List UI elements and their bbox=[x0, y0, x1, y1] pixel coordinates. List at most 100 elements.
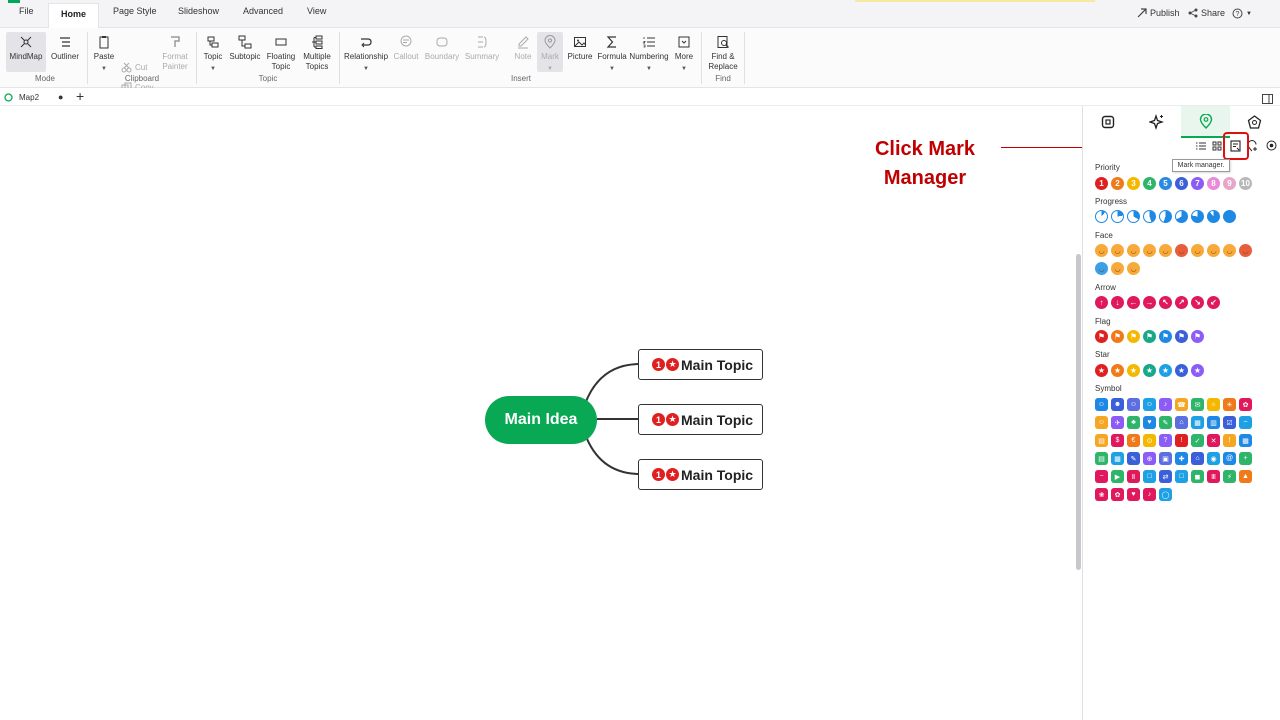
priority-1-icon[interactable]: 1 bbox=[1095, 177, 1108, 190]
symbol-mark-icon[interactable]: ? bbox=[1159, 434, 1172, 447]
symbol-mark-icon[interactable]: ✎ bbox=[1159, 416, 1172, 429]
symbol-mark-icon[interactable]: ☀ bbox=[1223, 398, 1236, 411]
main-topic-node[interactable]: 1 ★ Main Topic bbox=[638, 404, 763, 435]
symbol-mark-icon[interactable]: ☎ bbox=[1175, 398, 1188, 411]
central-topic[interactable]: Main Idea bbox=[485, 396, 597, 444]
symbol-mark-icon[interactable]: ☻ bbox=[1111, 398, 1124, 411]
progress-mark-icon[interactable] bbox=[1111, 210, 1124, 223]
arrow-mark-icon[interactable]: ↗ bbox=[1175, 296, 1188, 309]
priority-2-icon[interactable]: 2 bbox=[1111, 177, 1124, 190]
flag-mark-icon[interactable]: ⚑ bbox=[1159, 330, 1172, 343]
star-mark-icon[interactable]: ★ bbox=[1127, 364, 1140, 377]
symbol-mark-icon[interactable]: ◼ bbox=[1191, 470, 1204, 483]
symbol-mark-icon[interactable]: ♣ bbox=[1127, 416, 1140, 429]
list-view-icon[interactable] bbox=[1196, 141, 1206, 151]
star-mark-icon[interactable]: ★ bbox=[1175, 364, 1188, 377]
face-emoji-icon[interactable]: ◡ bbox=[1191, 244, 1204, 257]
progress-mark-icon[interactable] bbox=[1207, 210, 1220, 223]
symbol-mark-icon[interactable]: ☺ bbox=[1095, 398, 1108, 411]
face-emoji-icon[interactable]: ◡ bbox=[1143, 244, 1156, 257]
arrow-mark-icon[interactable]: ↘ bbox=[1191, 296, 1204, 309]
progress-mark-icon[interactable] bbox=[1143, 210, 1156, 223]
face-emoji-icon[interactable]: ◡ bbox=[1239, 244, 1252, 257]
grid-view-icon[interactable] bbox=[1212, 141, 1222, 151]
progress-mark-icon[interactable] bbox=[1095, 210, 1108, 223]
symbol-mark-icon[interactable]: € bbox=[1127, 434, 1140, 447]
priority-10-icon[interactable]: 10 bbox=[1239, 177, 1252, 190]
symbol-mark-icon[interactable]: ❀ bbox=[1095, 488, 1108, 501]
symbol-mark-icon[interactable]: ⊕ bbox=[1143, 452, 1156, 465]
face-emoji-icon[interactable]: ◡ bbox=[1127, 244, 1140, 257]
symbol-mark-icon[interactable]: Ⅱ bbox=[1127, 470, 1140, 483]
symbol-mark-icon[interactable]: ▲ bbox=[1239, 470, 1252, 483]
progress-mark-icon[interactable] bbox=[1159, 210, 1172, 223]
symbol-mark-icon[interactable]: ⌂ bbox=[1191, 452, 1204, 465]
symbol-mark-icon[interactable]: ▥ bbox=[1207, 416, 1220, 429]
symbol-mark-icon[interactable]: $ bbox=[1111, 434, 1124, 447]
symbol-mark-icon[interactable]: + bbox=[1239, 452, 1252, 465]
symbol-mark-icon[interactable]: ▤ bbox=[1095, 452, 1108, 465]
face-emoji-icon[interactable]: ◡ bbox=[1111, 262, 1124, 275]
face-emoji-icon[interactable]: ◡ bbox=[1111, 244, 1124, 257]
settings-target-icon[interactable] bbox=[1266, 140, 1277, 151]
symbol-mark-icon[interactable]: ⇄ bbox=[1159, 470, 1172, 483]
symbol-mark-icon[interactable]: ▤ bbox=[1095, 434, 1108, 447]
symbol-mark-icon[interactable]: ♥ bbox=[1127, 488, 1140, 501]
symbol-mark-icon[interactable]: ☼ bbox=[1207, 398, 1220, 411]
panel-tab-ai[interactable] bbox=[1132, 106, 1181, 138]
flag-mark-icon[interactable]: ⚑ bbox=[1095, 330, 1108, 343]
symbol-mark-icon[interactable]: ◉ bbox=[1207, 452, 1220, 465]
symbol-mark-icon[interactable]: ▣ bbox=[1159, 452, 1172, 465]
symbol-mark-icon[interactable]: ✕ bbox=[1207, 434, 1220, 447]
symbol-mark-icon[interactable]: ~ bbox=[1239, 416, 1252, 429]
symbol-mark-icon[interactable]: ♪ bbox=[1143, 488, 1156, 501]
arrow-mark-icon[interactable]: ↙ bbox=[1207, 296, 1220, 309]
symbol-mark-icon[interactable]: ☺ bbox=[1127, 398, 1140, 411]
progress-mark-icon[interactable] bbox=[1191, 210, 1204, 223]
symbol-mark-icon[interactable]: ✿ bbox=[1239, 398, 1252, 411]
progress-mark-icon[interactable] bbox=[1223, 210, 1236, 223]
main-topic-node[interactable]: 1 ★ Main Topic bbox=[638, 459, 763, 490]
symbol-mark-icon[interactable]: ▦ bbox=[1239, 434, 1252, 447]
priority-8-icon[interactable]: 8 bbox=[1207, 177, 1220, 190]
symbol-mark-icon[interactable]: ✎ bbox=[1127, 452, 1140, 465]
symbol-mark-icon[interactable]: ☺ bbox=[1143, 398, 1156, 411]
flag-mark-icon[interactable]: ⚑ bbox=[1111, 330, 1124, 343]
face-emoji-icon[interactable]: ◡ bbox=[1175, 244, 1188, 257]
face-emoji-icon[interactable]: ◡ bbox=[1095, 262, 1108, 275]
symbol-mark-icon[interactable]: ✿ bbox=[1111, 488, 1124, 501]
face-emoji-icon[interactable]: ◡ bbox=[1127, 262, 1140, 275]
publish-button[interactable]: Publish bbox=[1137, 8, 1180, 18]
symbol-mark-icon[interactable]: ⊙ bbox=[1143, 434, 1156, 447]
priority-5-icon[interactable]: 5 bbox=[1159, 177, 1172, 190]
priority-9-icon[interactable]: 9 bbox=[1223, 177, 1236, 190]
priority-4-icon[interactable]: 4 bbox=[1143, 177, 1156, 190]
arrow-mark-icon[interactable]: ← bbox=[1127, 296, 1140, 309]
star-mark-icon[interactable]: ★ bbox=[1159, 364, 1172, 377]
main-topic-node[interactable]: 1 ★ Main Topic bbox=[638, 349, 763, 380]
arrow-mark-icon[interactable]: ↑ bbox=[1095, 296, 1108, 309]
flag-mark-icon[interactable]: ⚑ bbox=[1127, 330, 1140, 343]
help-button[interactable]: ? ▼ bbox=[1232, 8, 1252, 19]
symbol-mark-icon[interactable]: ! bbox=[1223, 434, 1236, 447]
arrow-mark-icon[interactable]: ↖ bbox=[1159, 296, 1172, 309]
symbol-mark-icon[interactable]: ♥ bbox=[1143, 416, 1156, 429]
panel-tab-format[interactable] bbox=[1083, 106, 1132, 138]
symbol-mark-icon[interactable]: ✈ bbox=[1111, 416, 1124, 429]
symbol-mark-icon[interactable]: ▶ bbox=[1111, 470, 1124, 483]
progress-mark-icon[interactable] bbox=[1175, 210, 1188, 223]
symbol-mark-icon[interactable]: ▦ bbox=[1111, 452, 1124, 465]
priority-7-icon[interactable]: 7 bbox=[1191, 177, 1204, 190]
face-emoji-icon[interactable]: ◡ bbox=[1223, 244, 1236, 257]
share-button[interactable]: Share bbox=[1188, 8, 1225, 18]
symbol-mark-icon[interactable]: − bbox=[1095, 470, 1108, 483]
symbol-mark-icon[interactable]: Ⅲ bbox=[1207, 470, 1220, 483]
arrow-mark-icon[interactable]: ↓ bbox=[1111, 296, 1124, 309]
symbol-mark-icon[interactable]: ▦ bbox=[1191, 416, 1204, 429]
symbol-mark-icon[interactable]: □ bbox=[1143, 470, 1156, 483]
priority-3-icon[interactable]: 3 bbox=[1127, 177, 1140, 190]
star-mark-icon[interactable]: ★ bbox=[1095, 364, 1108, 377]
flag-mark-icon[interactable]: ⚑ bbox=[1143, 330, 1156, 343]
face-emoji-icon[interactable]: ◡ bbox=[1095, 244, 1108, 257]
face-emoji-icon[interactable]: ◡ bbox=[1207, 244, 1220, 257]
